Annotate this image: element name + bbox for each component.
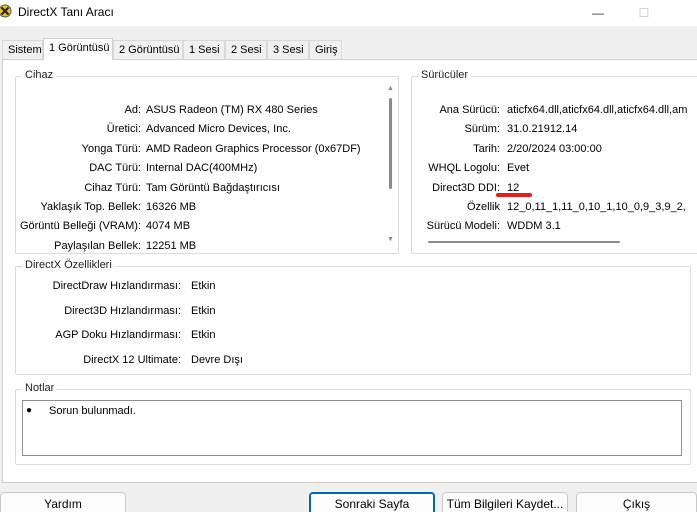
- scroll-down-arrow-icon[interactable]: ▼: [387, 236, 394, 243]
- notes-textbox[interactable]: ● Sorun bulunmadı.: [22, 400, 682, 456]
- driver-value: 2/20/2024 03:00:00: [507, 143, 602, 155]
- device-value: 12251 MB: [146, 240, 197, 252]
- device-value: Tam Görüntü Bağdaştırıcısı: [146, 182, 280, 194]
- device-label: Görüntü Belleği (VRAM):: [19, 220, 141, 232]
- minimize-icon: —: [592, 6, 604, 20]
- driver-value: Evet: [507, 162, 530, 174]
- features-group-title: DirectX Özellikleri: [22, 259, 115, 271]
- feature-label: Direct3D Hızlandırması:: [64, 305, 181, 317]
- tab-display-1[interactable]: 1 Görüntüsü: [43, 38, 113, 60]
- note-item: Sorun bulunmadı.: [49, 405, 136, 417]
- device-label: Ad:: [124, 104, 141, 116]
- device-group-title: Cihaz: [22, 69, 57, 81]
- feature-value: Etkin: [191, 329, 216, 341]
- driver-label: Direct3D DDI:: [432, 182, 500, 194]
- window-title: DirectX Tanı Aracı: [18, 5, 114, 19]
- maximize-button[interactable]: ☐: [621, 0, 667, 26]
- feature-label: AGP Doku Hızlandırması:: [55, 329, 181, 341]
- notes-group-title: Notlar: [22, 382, 58, 394]
- device-label: Yonga Türü:: [81, 143, 141, 155]
- device-value: AMD Radeon Graphics Processor (0x67DF): [146, 143, 361, 155]
- tab-sound-2[interactable]: 2 Sesi: [225, 40, 267, 60]
- driver-label: Sürücü Modeli:: [426, 220, 500, 232]
- device-value: ASUS Radeon (TM) RX 480 Series: [146, 104, 318, 116]
- red-underline-annotation: [496, 193, 532, 197]
- drivers-group-title: Sürücüler: [418, 69, 472, 81]
- driver-label: Sürüm:: [464, 123, 500, 135]
- tab-strip: Sistem 1 Görüntüsü 2 Görüntüsü 1 Sesi 2 …: [0, 38, 697, 60]
- tab-sound-3[interactable]: 3 Sesi: [267, 40, 309, 60]
- driver-value: 31.0.21912.14: [507, 123, 578, 135]
- feature-value: Devre Dışı: [191, 354, 243, 366]
- driver-label: Tarih:: [473, 143, 500, 155]
- exit-button[interactable]: Çıkış: [576, 492, 697, 512]
- bullet-icon: ●: [26, 405, 33, 416]
- minimize-button[interactable]: —: [575, 0, 621, 26]
- device-label: DAC Türü:: [89, 162, 141, 174]
- save-all-info-button[interactable]: Tüm Bilgileri Kaydet...: [442, 492, 568, 512]
- next-page-button[interactable]: Sonraki Sayfa: [309, 492, 435, 512]
- feature-value: Etkin: [191, 305, 216, 317]
- tab-display-2[interactable]: 2 Görüntüsü: [113, 40, 183, 60]
- title-bar: DirectX Tanı Aracı — ☐: [0, 0, 697, 26]
- feature-label: DirectDraw Hızlandırması:: [52, 280, 181, 292]
- device-label: Yaklaşık Top. Bellek:: [40, 201, 141, 213]
- help-button[interactable]: Yardım: [0, 492, 126, 512]
- directx-app-icon: [0, 4, 12, 18]
- tab-sound-1[interactable]: 1 Sesi: [183, 40, 225, 60]
- maximize-icon: ☐: [638, 6, 650, 20]
- driver-label: WHQL Logolu:: [428, 162, 500, 174]
- driver-value: WDDM 3.1: [507, 220, 561, 232]
- driver-value: 12_0,11_1,11_0,10_1,10_0,9_3,9_2,: [507, 201, 686, 213]
- tab-input[interactable]: Giriş: [309, 40, 342, 60]
- driver-label: Özellik: [466, 201, 500, 213]
- device-scrollbar-thumb[interactable]: [389, 98, 392, 189]
- device-value: 16326 MB: [146, 201, 197, 213]
- device-value: 4074 MB: [146, 220, 191, 232]
- device-label: Paylaşılan Bellek:: [54, 240, 141, 252]
- device-label: Cihaz Türü:: [84, 182, 141, 194]
- device-value: Internal DAC(400MHz): [146, 162, 258, 174]
- scroll-up-arrow-icon[interactable]: ▲: [387, 85, 394, 92]
- device-value: Advanced Micro Devices, Inc.: [146, 123, 291, 135]
- feature-label: DirectX 12 Ultimate:: [83, 354, 181, 366]
- driver-label: Ana Sürücü:: [439, 104, 500, 116]
- driver-value: aticfx64.dll,aticfx64.dll,aticfx64.dll,a…: [507, 104, 688, 116]
- device-label: Üretici:: [106, 123, 141, 135]
- drivers-hscrollbar-thumb[interactable]: [428, 241, 620, 243]
- feature-value: Etkin: [191, 280, 216, 292]
- tab-sistem[interactable]: Sistem: [2, 40, 43, 60]
